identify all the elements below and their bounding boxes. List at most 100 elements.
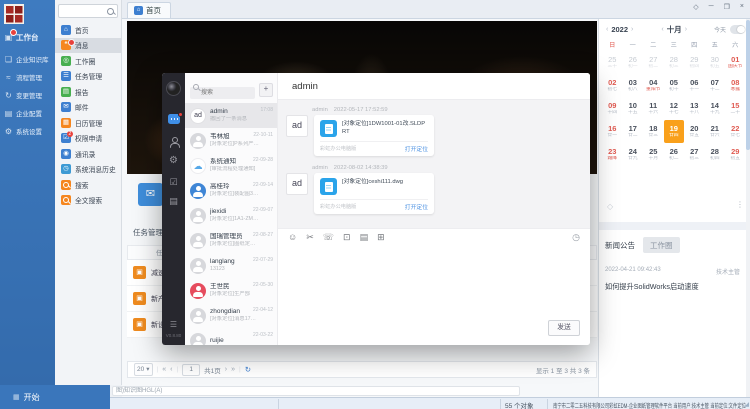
- nav-item[interactable]: ☑ 2 权限申请: [55, 131, 122, 147]
- user-avatar[interactable]: [166, 81, 181, 96]
- next-year-icon[interactable]: ›: [630, 26, 634, 33]
- calendar-day[interactable]: 03 初八: [623, 74, 644, 97]
- calendar-day[interactable]: 20 廿五: [684, 120, 705, 143]
- nav-search-box[interactable]: [58, 4, 118, 18]
- calendar-day[interactable]: 27 初二: [643, 51, 664, 74]
- sidebar-item[interactable]: ⚙ 系统设置: [0, 122, 55, 140]
- conversation-item[interactable]: langlang 13123 22-07-29: [185, 253, 277, 278]
- nav-item[interactable]: ◷ 系统消息历史: [55, 162, 122, 178]
- calendar-day[interactable]: 14 十九: [705, 97, 726, 120]
- file-message-card[interactable]: [对象定位]1DW1001-01改.SLDPRT 彩虹办公电脑版 打开定位: [314, 115, 434, 156]
- add-contact-button[interactable]: +: [259, 83, 273, 97]
- file-message-card[interactable]: [对象定位]ceshi111.dwg 彩虹办公电脑版 打开定位: [314, 173, 434, 214]
- calendar-day[interactable]: 27 初三: [684, 143, 705, 166]
- calendar-day[interactable]: 16 廿一: [602, 120, 623, 143]
- sidebar-item[interactable]: ▣ 工作台: [0, 26, 55, 50]
- next-month-icon[interactable]: ›: [684, 26, 688, 33]
- calendar-day[interactable]: 13 十八: [684, 97, 705, 120]
- calendar-day[interactable]: 08 寒露: [725, 74, 746, 97]
- theme-button[interactable]: ◇: [693, 3, 698, 11]
- calendar-day[interactable]: 29 初五: [725, 143, 746, 166]
- open-location-link[interactable]: 打开定位: [405, 144, 428, 153]
- image-icon[interactable]: ⊡: [343, 232, 351, 243]
- close-button[interactable]: ×: [740, 3, 744, 11]
- tasks-tab-icon[interactable]: ☑: [162, 177, 185, 188]
- calendar-day[interactable]: 02 初七: [602, 74, 623, 97]
- page-number-input[interactable]: 1: [182, 364, 200, 376]
- last-page-button[interactable]: »: [231, 366, 235, 373]
- conversation-item[interactable]: 国瑞管理员 [对象定位]图纸定… 22-08-27: [185, 228, 277, 253]
- capture-icon[interactable]: ⊞: [377, 232, 385, 243]
- calendar-day[interactable]: 25 十月: [643, 143, 664, 166]
- calendar-day[interactable]: 26 初二: [664, 143, 685, 166]
- calendar-day[interactable]: 28 初三: [664, 51, 685, 74]
- nav-item[interactable]: ❝ 消息: [55, 38, 122, 54]
- more-menu-icon[interactable]: ⋮: [736, 200, 744, 209]
- calendar-day[interactable]: 12 十七: [664, 97, 685, 120]
- calendar-day[interactable]: 22 廿七: [725, 120, 746, 143]
- nav-item[interactable]: 全文搜索: [55, 193, 122, 209]
- send-button[interactable]: 发送: [548, 320, 580, 336]
- calendar-day[interactable]: 17 廿二: [623, 120, 644, 143]
- scrollbar-thumb[interactable]: [746, 20, 750, 150]
- menu-icon[interactable]: ☰: [162, 320, 185, 329]
- sidebar-item[interactable]: ❏ 企业知识库: [0, 50, 55, 68]
- conversation-item[interactable]: ☁ 系统通知 [审批流程处理通知] 22-09-28: [185, 153, 277, 178]
- nav-item[interactable]: ✉ 邮件: [55, 100, 122, 116]
- calendar-day[interactable]: 24 廿九: [623, 143, 644, 166]
- calendar-day[interactable]: 25 三十: [602, 51, 623, 74]
- conversation-scroll[interactable]: ad admin 撤回了一条消息 17:08 韦林旭 [对象定位]P系列产…: [185, 103, 277, 345]
- calendar-day[interactable]: 30 初五: [705, 51, 726, 74]
- conversation-item[interactable]: jiexidi [对象定位]1A1-ZM… 22-09-07: [185, 203, 277, 228]
- tab-home[interactable]: ⌂ 首页: [127, 2, 171, 18]
- messages-tab-icon[interactable]: [168, 114, 180, 124]
- nav-item[interactable]: ▤ 报告: [55, 84, 122, 100]
- screenshot-icon[interactable]: ✂: [306, 232, 314, 243]
- tab-work-circle[interactable]: 工作圈: [643, 237, 680, 253]
- sidebar-item[interactable]: ↻ 变更管理: [0, 86, 55, 104]
- shake-icon[interactable]: ☏: [323, 232, 334, 243]
- calendar-day[interactable]: 26 初一: [623, 51, 644, 74]
- calendar-day[interactable]: 15 二十: [725, 97, 746, 120]
- conversation-item[interactable]: ruijie 22-03-22: [185, 328, 277, 345]
- calendar-day[interactable]: 28 初四: [705, 143, 726, 166]
- conversation-item[interactable]: 韦林旭 [对象定位]P系列产… 22-10-11: [185, 128, 277, 153]
- start-button[interactable]: ▦ 开始: [0, 385, 110, 409]
- sidebar-item[interactable]: ≈ 流程管理: [0, 68, 55, 86]
- minimize-button[interactable]: ─: [709, 3, 714, 11]
- nav-item[interactable]: ☰ 任务管理: [55, 69, 122, 85]
- conversation-item[interactable]: 高桂玲 [对象定位]装配图3… 22-09-14: [185, 178, 277, 203]
- folder-icon[interactable]: ▤: [360, 232, 369, 243]
- settings-tab-icon[interactable]: ⚙: [162, 155, 185, 166]
- post-title[interactable]: 如何提升SolidWorks启动速度: [605, 282, 740, 292]
- mail-shortcut-icon[interactable]: ✉: [138, 183, 163, 206]
- calendar-day[interactable]: 07 十二: [705, 74, 726, 97]
- prev-month-icon[interactable]: ‹: [660, 26, 664, 33]
- first-page-button[interactable]: «: [162, 366, 166, 373]
- calendar-day[interactable]: 01 国庆节: [725, 51, 746, 74]
- notes-tab-icon[interactable]: ▤: [162, 196, 185, 207]
- message-history[interactable]: admin 2022-05-17 17:52:59 ad [对象定位]1DW10…: [278, 100, 590, 228]
- emoji-icon[interactable]: ☺: [288, 232, 297, 242]
- calendar-day[interactable]: 04 重阳节: [643, 74, 664, 97]
- message-input-area[interactable]: 发送: [278, 244, 590, 345]
- prev-year-icon[interactable]: ‹: [605, 26, 609, 33]
- nav-item[interactable]: ◎ 工作圈: [55, 53, 122, 69]
- calendar-day[interactable]: 23 霜降: [602, 143, 623, 166]
- calendar-day[interactable]: 10 十五: [623, 97, 644, 120]
- calendar-day[interactable]: 06 十一: [684, 74, 705, 97]
- refresh-icon[interactable]: ↻: [245, 365, 251, 374]
- tab-news-announcements[interactable]: 新闻公告: [605, 240, 635, 251]
- nav-item[interactable]: ⌂ 首页: [55, 22, 122, 38]
- resize-grip[interactable]: ◢: [744, 401, 749, 408]
- chat-history-icon[interactable]: ◷: [572, 232, 580, 243]
- calendar-day[interactable]: 21 廿六: [705, 120, 726, 143]
- calendar-day[interactable]: 19 廿四: [664, 120, 685, 143]
- calendar-day[interactable]: 11 十六: [643, 97, 664, 120]
- calendar-day[interactable]: 29 初四: [684, 51, 705, 74]
- sidebar-item[interactable]: ▤ 企业配置: [0, 104, 55, 122]
- calendar-day[interactable]: 09 十四: [602, 97, 623, 120]
- next-page-button[interactable]: ›: [225, 366, 227, 373]
- nav-item[interactable]: ▦ 日历管理: [55, 115, 122, 131]
- right-scrollbar[interactable]: [746, 18, 750, 397]
